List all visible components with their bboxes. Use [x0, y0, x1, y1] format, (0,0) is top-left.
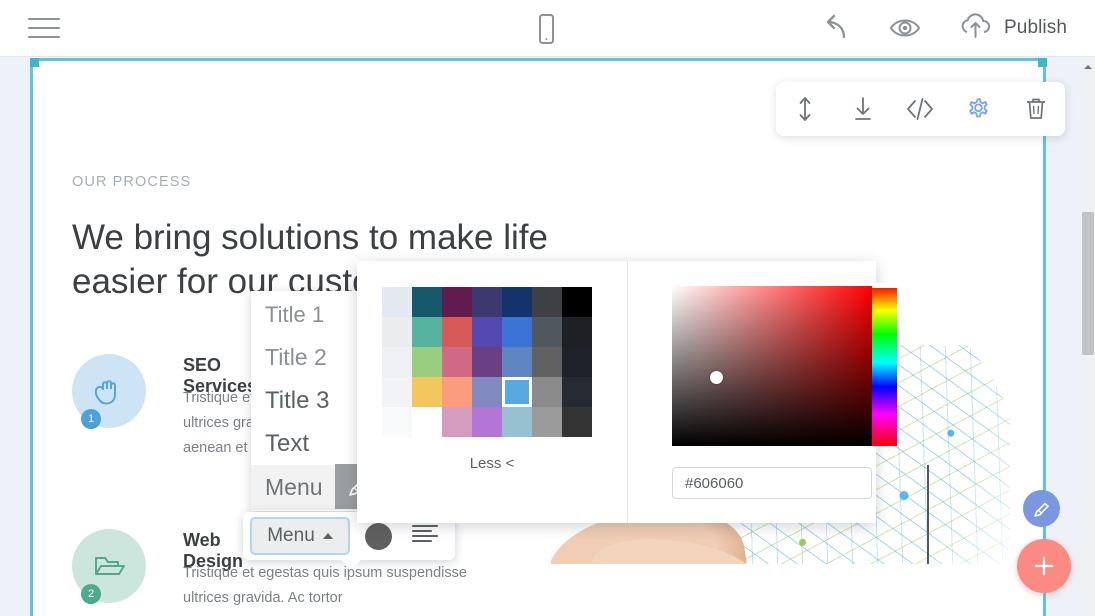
- color-swatch[interactable]: [562, 377, 592, 407]
- color-swatch-grid: [382, 287, 592, 437]
- hue-slider[interactable]: [872, 286, 897, 446]
- color-swatch[interactable]: [442, 377, 472, 407]
- add-element-button[interactable]: [1017, 539, 1071, 593]
- gear-icon[interactable]: [956, 89, 1000, 129]
- color-swatch[interactable]: [442, 407, 472, 437]
- color-swatch[interactable]: [412, 377, 442, 407]
- style-option-title-2[interactable]: Title 2: [251, 336, 363, 379]
- mobile-device-icon[interactable]: [531, 12, 561, 51]
- color-swatch[interactable]: [382, 347, 412, 377]
- text-style-value: Menu: [267, 525, 315, 547]
- color-swatch[interactable]: [532, 347, 562, 377]
- device-screen-outline: [927, 465, 1010, 564]
- color-swatch[interactable]: [562, 407, 592, 437]
- cloud-upload-icon: [958, 10, 994, 47]
- less-toggle[interactable]: Less <: [357, 455, 627, 472]
- color-swatch[interactable]: [412, 347, 442, 377]
- caret-up-icon[interactable]: [1082, 60, 1094, 72]
- color-swatch[interactable]: [442, 317, 472, 347]
- page-scrollbar-thumb[interactable]: [1082, 212, 1094, 355]
- move-vertical-icon[interactable]: [783, 89, 827, 129]
- color-swatch[interactable]: [472, 347, 502, 377]
- color-swatch[interactable]: [472, 407, 502, 437]
- resize-handle-top-right[interactable]: [1038, 58, 1047, 67]
- color-swatch[interactable]: [472, 287, 502, 317]
- align-left-icon[interactable]: [410, 522, 440, 551]
- color-swatch[interactable]: [502, 377, 532, 407]
- hex-input[interactable]: #606060: [672, 467, 872, 499]
- text-style-select[interactable]: Menu: [250, 517, 350, 555]
- color-swatch[interactable]: [532, 317, 562, 347]
- hamburger-icon[interactable]: [28, 15, 60, 41]
- color-swatch[interactable]: [502, 317, 532, 347]
- color-swatch[interactable]: [502, 287, 532, 317]
- feature-badge-2: 2: [81, 584, 101, 604]
- color-swatch[interactable]: [412, 407, 442, 437]
- feature-body-2: Tristique et egestas quis ipsum suspendi…: [183, 561, 483, 611]
- undo-arrow-icon[interactable]: [820, 11, 854, 50]
- hue-slider-handle[interactable]: [872, 283, 897, 288]
- section-toolbar: [776, 82, 1065, 136]
- color-swatch[interactable]: [412, 317, 442, 347]
- color-swatch[interactable]: [472, 317, 502, 347]
- style-option-text[interactable]: Text: [251, 422, 363, 465]
- color-picker-palette-pane: Less <: [357, 261, 628, 523]
- color-swatch[interactable]: [562, 317, 592, 347]
- top-bar: Publish: [0, 0, 1095, 57]
- trash-icon[interactable]: [1014, 89, 1058, 129]
- color-swatch[interactable]: [442, 347, 472, 377]
- theme-brush-button[interactable]: [1023, 490, 1060, 527]
- download-icon[interactable]: [841, 89, 885, 129]
- color-picker-custom-pane: #606060: [628, 261, 876, 523]
- color-swatch[interactable]: [382, 317, 412, 347]
- color-swatch[interactable]: [562, 347, 592, 377]
- color-swatch[interactable]: [382, 407, 412, 437]
- publish-button[interactable]: Publish: [958, 10, 1067, 46]
- style-option-title-3[interactable]: Title 3: [251, 379, 363, 422]
- color-swatch[interactable]: [412, 287, 442, 317]
- color-swatch[interactable]: [382, 287, 412, 317]
- saturation-value-area[interactable]: [672, 286, 872, 446]
- eye-preview-icon[interactable]: [888, 12, 922, 49]
- editor-root: Publish OUR PROCESS We bring solutions t…: [0, 0, 1095, 616]
- text-color-swatch[interactable]: [365, 523, 392, 550]
- color-swatch[interactable]: [442, 287, 472, 317]
- color-swatch[interactable]: [532, 407, 562, 437]
- section-eyebrow: OUR PROCESS: [72, 174, 191, 190]
- color-swatch[interactable]: [472, 377, 502, 407]
- color-swatch[interactable]: [502, 347, 532, 377]
- brush-icon: [1031, 498, 1053, 520]
- feature-badge-1: 1: [81, 409, 101, 429]
- color-swatch[interactable]: [502, 407, 532, 437]
- code-icon[interactable]: [898, 89, 942, 129]
- color-swatch[interactable]: [382, 377, 412, 407]
- style-option-title-1[interactable]: Title 1: [251, 293, 363, 336]
- color-swatch[interactable]: [562, 287, 592, 317]
- color-swatch[interactable]: [532, 377, 562, 407]
- resize-handle-top-left[interactable]: [30, 58, 39, 67]
- publish-label: Publish: [1004, 17, 1067, 39]
- caret-up-icon: [323, 533, 333, 539]
- plus-icon: [1030, 552, 1058, 580]
- color-swatch[interactable]: [532, 287, 562, 317]
- sv-cursor-handle[interactable]: [710, 371, 723, 384]
- headline-line-1: We bring solutions to make life: [72, 216, 632, 260]
- color-picker-panel: Less < #606060: [357, 261, 876, 523]
